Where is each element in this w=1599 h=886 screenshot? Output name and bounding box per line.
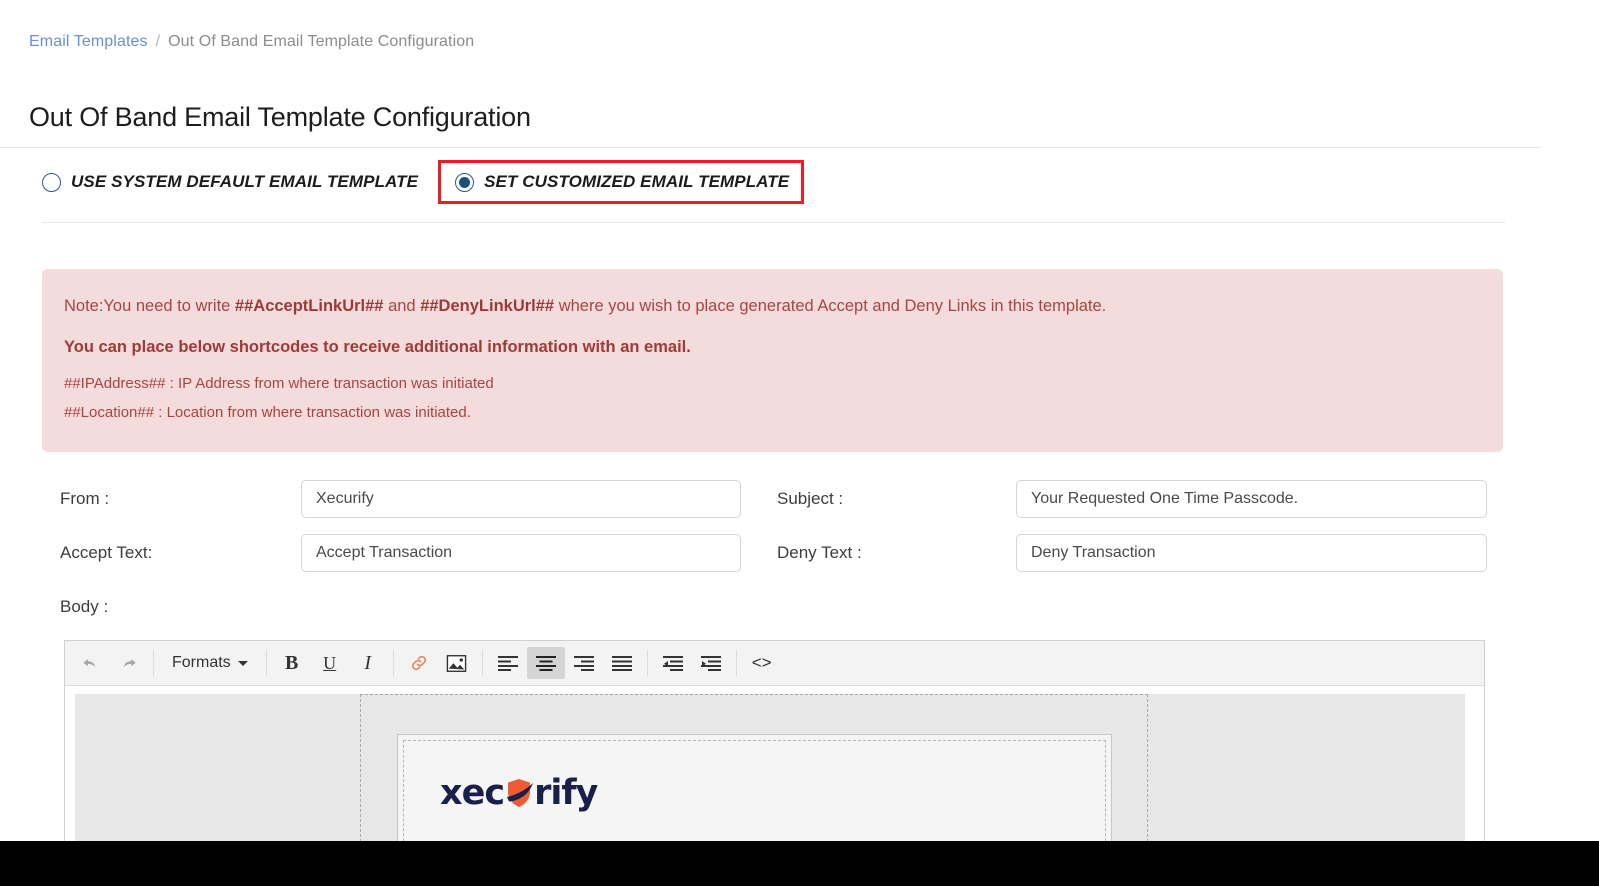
accept-text-input[interactable] (301, 534, 741, 572)
align-left-icon[interactable] (489, 647, 527, 679)
italic-button[interactable]: I (349, 647, 387, 679)
email-header-block: xec rify (397, 734, 1112, 842)
note-code-accept-link: ##AcceptLinkUrl## (234, 297, 384, 315)
radio-option-use-system-default[interactable]: USE SYSTEM DEFAULT EMAIL TEMPLATE (42, 172, 418, 192)
note-text-mid: and (383, 297, 421, 315)
subject-input[interactable] (1016, 480, 1487, 518)
editor-toolbar: Formats B U I <> (65, 641, 1484, 686)
chevron-down-icon (237, 660, 248, 666)
redo-icon[interactable] (109, 647, 147, 679)
email-template-canvas: xec rify (75, 694, 1465, 842)
breadcrumb-separator: / (155, 33, 161, 50)
radio-icon-set-customized[interactable] (455, 172, 475, 192)
align-right-icon[interactable] (565, 647, 603, 679)
from-input[interactable] (301, 480, 741, 518)
label-from: From : (60, 489, 110, 508)
note-code-deny-link: ##DenyLinkUrl## (420, 297, 555, 315)
source-code-icon[interactable]: <> (743, 647, 781, 679)
toolbar-separator-3 (392, 650, 394, 676)
label-deny-text: Deny Text : (777, 543, 862, 562)
toolbar-separator-4 (481, 650, 483, 676)
xecurify-logo: xec rify (440, 773, 598, 813)
body-rich-text-editor: Formats B U I <> xec rify (64, 640, 1485, 842)
note-panel: Note:You need to write ##AcceptLinkUrl##… (42, 269, 1503, 452)
toolbar-separator-2 (265, 650, 267, 676)
outdent-icon[interactable] (654, 647, 692, 679)
note-shortcode-ipaddress: ##IPAddress## : IP Address from where tr… (64, 375, 494, 393)
align-justify-icon[interactable] (603, 647, 641, 679)
label-accept-text: Accept Text: (60, 543, 153, 562)
breadcrumb: Email Templates / Out Of Band Email Temp… (29, 33, 474, 51)
toolbar-separator-1 (153, 650, 154, 676)
template-mode-group: USE SYSTEM DEFAULT EMAIL TEMPLATE SET CU… (42, 160, 805, 204)
label-subject: Subject : (777, 489, 844, 508)
divider-below-radios (42, 222, 1505, 223)
page-title: Out Of Band Email Template Configuration (29, 102, 531, 133)
toolbar-separator-6 (735, 650, 737, 676)
breadcrumb-current: Out Of Band Email Template Configuration (168, 33, 475, 50)
note-text-prefix: Note:You need to write (64, 297, 235, 315)
divider-top (0, 147, 1541, 148)
radio-option-set-customized[interactable]: SET CUSTOMIZED EMAIL TEMPLATE (438, 160, 805, 204)
image-icon[interactable] (438, 647, 476, 679)
radio-label-use-system-default: USE SYSTEM DEFAULT EMAIL TEMPLATE (71, 172, 419, 191)
note-text-suffix: where you wish to place generated Accept… (554, 297, 1107, 315)
formats-dropdown-label: Formats (172, 654, 231, 671)
radio-label-set-customized: SET CUSTOMIZED EMAIL TEMPLATE (484, 172, 790, 191)
label-body: Body : (60, 597, 109, 616)
note-shortcodes-heading: You can place below shortcodes to receiv… (64, 338, 691, 357)
radio-icon-use-system-default[interactable] (42, 172, 61, 192)
bottom-black-bar (0, 841, 1599, 886)
indent-icon[interactable] (692, 647, 730, 679)
note-shortcode-location: ##Location## : Location from where trans… (64, 404, 471, 422)
undo-icon[interactable] (71, 647, 109, 679)
shield-icon (502, 776, 536, 810)
breadcrumb-link-email-templates[interactable]: Email Templates (29, 33, 148, 51)
editor-content-area[interactable]: xec rify (65, 686, 1484, 842)
note-line-links: Note:You need to write ##AcceptLinkUrl##… (64, 295, 1481, 317)
deny-text-input[interactable] (1016, 534, 1487, 572)
underline-button[interactable]: U (311, 647, 349, 679)
bold-button[interactable]: B (273, 647, 311, 679)
link-icon[interactable] (400, 647, 438, 679)
toolbar-separator-5 (646, 650, 648, 676)
align-center-icon[interactable] (526, 647, 565, 679)
formats-dropdown[interactable]: Formats (160, 647, 260, 679)
logo-text-left: xec (440, 773, 505, 813)
logo-text-right: rify (534, 773, 598, 813)
